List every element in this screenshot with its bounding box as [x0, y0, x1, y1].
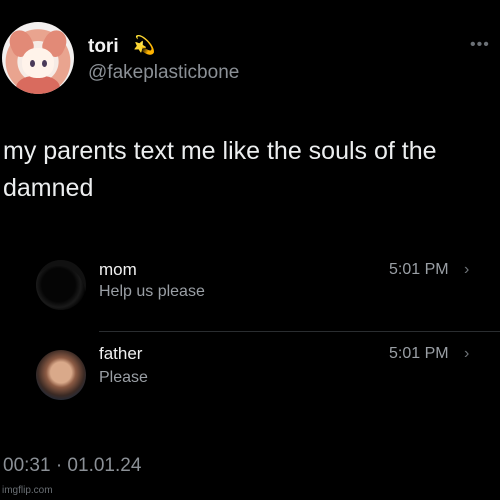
message-row-father[interactable]: father Please 5:01 PM ›	[0, 336, 500, 406]
message-divider	[99, 331, 500, 332]
dizzy-icon: 💫	[133, 35, 156, 55]
author-avatar[interactable]	[2, 22, 74, 94]
message-preview: Help us please	[99, 283, 205, 300]
message-preview: Please	[99, 369, 148, 386]
avatar-eye-left	[30, 60, 35, 67]
avatar-face	[22, 48, 54, 78]
contact-name: mom	[99, 260, 137, 279]
tweet-timestamp[interactable]: 00:31 · 01.01.24	[3, 455, 141, 477]
chevron-right-icon: ›	[464, 345, 470, 362]
author-handle[interactable]: @fakeplasticbone	[88, 62, 239, 84]
message-time: 5:01 PM	[389, 261, 449, 278]
avatar-body	[16, 76, 60, 94]
chevron-right-icon: ›	[464, 261, 470, 278]
tweet-text: my parents text me like the souls of the…	[3, 137, 437, 202]
tweet-card: tori 💫 @fakeplasticbone ••• my parents t…	[0, 0, 500, 500]
watermark: imgflip.com	[2, 485, 53, 496]
contact-name: father	[99, 344, 143, 363]
avatar-eye-right	[42, 60, 47, 67]
message-time: 5:01 PM	[389, 345, 449, 362]
contact-avatar	[36, 260, 86, 310]
contact-avatar	[36, 350, 86, 400]
message-row-mom[interactable]: mom Help us please 5:01 PM ›	[0, 250, 500, 320]
more-icon[interactable]: •••	[470, 36, 490, 54]
author-display-name[interactable]: tori	[88, 36, 119, 58]
